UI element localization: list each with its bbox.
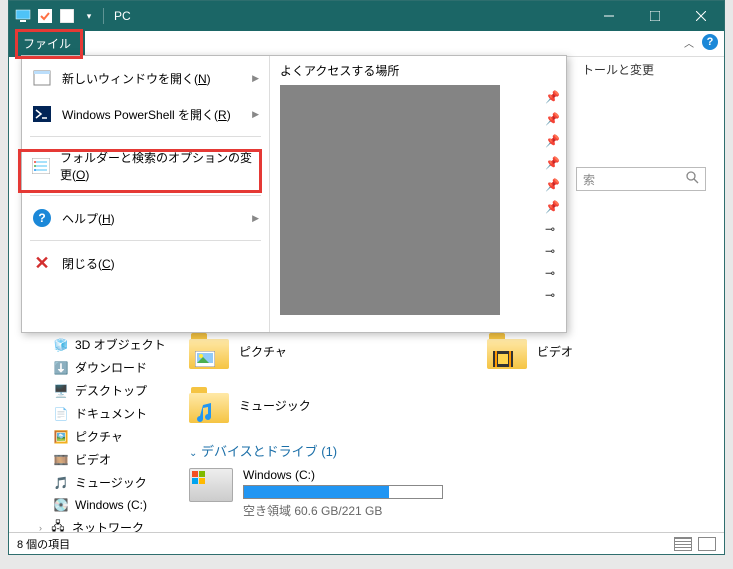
chevron-right-icon: ▶: [252, 109, 259, 120]
video-icon: 🎞️: [53, 452, 69, 468]
tree-videos[interactable]: 🎞️ビデオ: [21, 448, 181, 471]
tree-pictures[interactable]: 🖼️ピクチャ: [21, 425, 181, 448]
pin-icon[interactable]: 📌: [545, 112, 560, 126]
document-icon: 📄: [53, 406, 69, 422]
videos-folder-icon: [487, 333, 527, 369]
tree-windows-c[interactable]: 💽Windows (C:): [21, 494, 181, 516]
music-folder-icon: [189, 387, 229, 423]
file-menu: 新しいウィンドウを開く(N) ▶ Windows PowerShell を開く(…: [21, 55, 567, 333]
pc-icon: [13, 6, 33, 26]
drive-name: Windows (C:): [243, 468, 443, 482]
ribbon-tabs: ファイル ︿ ?: [9, 31, 724, 57]
pin-icon[interactable]: ⊸: [545, 266, 560, 280]
dropdown-icon[interactable]: ▾: [79, 6, 99, 26]
frequent-places-title: よくアクセスする場所: [280, 62, 556, 79]
close-button[interactable]: [678, 1, 724, 31]
checkbox-icon[interactable]: [35, 6, 55, 26]
tree-desktop[interactable]: 🖥️デスクトップ: [21, 379, 181, 402]
chevron-right-icon: ▶: [252, 213, 259, 224]
window-title: PC: [114, 9, 586, 23]
help-menu-icon: ?: [32, 208, 52, 228]
search-input[interactable]: 索: [576, 167, 706, 191]
pin-icon[interactable]: 📌: [545, 178, 560, 192]
tree-music[interactable]: 🎵ミュージック: [21, 471, 181, 494]
menu-new-window[interactable]: 新しいウィンドウを開く(N) ▶: [22, 60, 269, 96]
drive-usage-bar: [243, 485, 443, 499]
download-icon: ⬇️: [53, 360, 69, 376]
pin-icon[interactable]: ⊸: [545, 222, 560, 236]
menu-help[interactable]: ? ヘルプ(H) ▶: [22, 200, 269, 236]
music-icon: 🎵: [53, 475, 69, 491]
nav-tree: 🧊3D オブジェクト ⬇️ダウンロード 🖥️デスクトップ 📄ドキュメント 🖼️ピ…: [21, 333, 181, 539]
item-count: 8 個の項目: [17, 536, 70, 552]
close-x-icon: ✕: [32, 253, 52, 273]
drives-header[interactable]: ⌄ デバイスとドライブ (1): [189, 441, 704, 460]
desktop-icon: 🖥️: [53, 383, 69, 399]
partial-background: トールと変更: [574, 57, 724, 82]
pictures-folder-icon: [189, 333, 229, 369]
folder-options-icon: [32, 156, 50, 176]
pin-icon[interactable]: 📌: [545, 200, 560, 214]
drive-icon: 💽: [53, 497, 69, 513]
tree-3d-objects[interactable]: 🧊3D オブジェクト: [21, 333, 181, 356]
menu-folder-options[interactable]: フォルダーと検索のオプションの変更(O): [22, 141, 269, 191]
titlebar: ▾ PC: [9, 1, 724, 31]
pin-icon[interactable]: ⊸: [545, 288, 560, 302]
minimize-button[interactable]: [586, 1, 632, 31]
pin-icon[interactable]: ⊸: [545, 244, 560, 258]
pin-icon[interactable]: 📌: [545, 156, 560, 170]
frequent-places-thumbnail: [280, 85, 500, 315]
tree-downloads[interactable]: ⬇️ダウンロード: [21, 356, 181, 379]
statusbar: 8 個の項目: [9, 532, 724, 554]
search-placeholder: 索: [583, 171, 595, 188]
view-details-button[interactable]: [674, 537, 692, 551]
menu-powershell[interactable]: Windows PowerShell を開く(R) ▶: [22, 96, 269, 132]
menu-label: 新しいウィンドウを開く(N): [62, 70, 211, 87]
pin-icon[interactable]: 📌: [545, 134, 560, 148]
drive-c-icon: [189, 468, 233, 502]
view-icons-button[interactable]: [698, 537, 716, 551]
maximize-button[interactable]: [632, 1, 678, 31]
search-icon: [686, 171, 699, 187]
powershell-icon: [32, 104, 52, 124]
menu-label: 閉じる(C): [62, 255, 115, 272]
install-text: トールと変更: [574, 57, 724, 82]
picture-icon: 🖼️: [53, 429, 69, 445]
pin-column: 📌 📌 📌 📌 📌 📌 ⊸ ⊸ ⊸ ⊸: [545, 90, 560, 302]
new-window-icon: [32, 68, 52, 88]
drive-windows-c[interactable]: Windows (C:) 空き領域 60.6 GB/221 GB: [189, 468, 704, 519]
menu-close[interactable]: ✕ 閉じる(C): [22, 245, 269, 281]
menu-label: Windows PowerShell を開く(R): [62, 106, 231, 123]
content-area: ピクチャ ビデオ ミュージック ⌄ デバイスとドライブ (1) Windows …: [189, 333, 704, 519]
collapse-ribbon-icon[interactable]: ︿: [684, 35, 694, 50]
menu-label: フォルダーと検索のオプションの変更(O): [60, 149, 259, 183]
chevron-right-icon: ▶: [252, 73, 259, 84]
3d-icon: 🧊: [53, 337, 69, 353]
folder-videos[interactable]: ビデオ: [487, 333, 573, 369]
folder-pictures[interactable]: ピクチャ: [189, 333, 287, 369]
tree-documents[interactable]: 📄ドキュメント: [21, 402, 181, 425]
drive-free-text: 空き領域 60.6 GB/221 GB: [243, 502, 443, 519]
menu-label: ヘルプ(H): [62, 210, 115, 227]
explorer-window: ▾ PC ファイル ︿ ? トールと変更 索 新しいウィンドウを開く(N): [8, 0, 725, 555]
blank-icon[interactable]: [57, 6, 77, 26]
help-icon[interactable]: ?: [702, 34, 718, 50]
tab-file[interactable]: ファイル: [9, 31, 85, 57]
folder-music[interactable]: ミュージック: [189, 387, 311, 423]
pin-icon[interactable]: 📌: [545, 90, 560, 104]
